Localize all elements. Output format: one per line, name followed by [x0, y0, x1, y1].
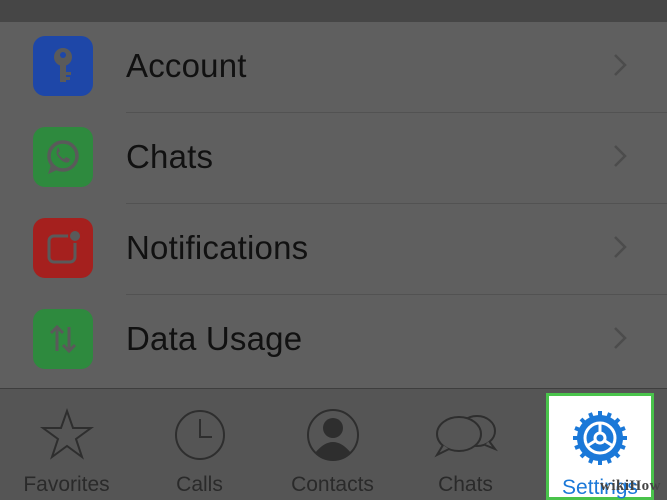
tab-label: Calls	[176, 473, 223, 496]
tab-favorites[interactable]: Favorites	[0, 389, 133, 500]
tab-bar: Favorites Calls Contacts Chats Settings	[0, 389, 667, 500]
tab-contacts[interactable]: Contacts	[266, 389, 399, 500]
gear-icon	[549, 410, 651, 466]
settings-row-notifications[interactable]: Notifications	[0, 204, 667, 295]
settings-row-chats[interactable]: Chats	[0, 113, 667, 204]
tab-label: Favorites	[23, 473, 110, 496]
star-icon	[0, 407, 133, 463]
tab-label: Chats	[438, 473, 493, 496]
key-icon	[33, 36, 93, 96]
settings-row-label: Data Usage	[126, 320, 303, 357]
tab-chats[interactable]: Chats	[399, 389, 532, 500]
settings-list: Account Chats Notifications Data Usage	[0, 22, 667, 388]
settings-row-account[interactable]: Account	[0, 22, 667, 113]
chevron-right-icon	[612, 52, 628, 83]
watermark: wikiHow	[599, 478, 661, 494]
settings-row-data-usage[interactable]: Data Usage	[0, 295, 667, 386]
settings-row-label: Chats	[126, 138, 214, 175]
top-strip	[0, 0, 667, 22]
settings-row-label: Account	[126, 47, 247, 84]
tab-label: Contacts	[291, 473, 374, 496]
chevron-right-icon	[612, 325, 628, 356]
tab-calls[interactable]: Calls	[133, 389, 266, 500]
chat-bubbles-icon	[399, 407, 532, 463]
chevron-right-icon	[612, 143, 628, 174]
up-down-arrows-icon	[33, 309, 93, 369]
settings-row-label: Notifications	[126, 229, 309, 266]
contact-silhouette-icon	[266, 407, 399, 463]
whatsapp-icon	[33, 127, 93, 187]
chevron-right-icon	[612, 234, 628, 265]
clock-icon	[133, 407, 266, 463]
notification-badge-icon	[33, 218, 93, 278]
